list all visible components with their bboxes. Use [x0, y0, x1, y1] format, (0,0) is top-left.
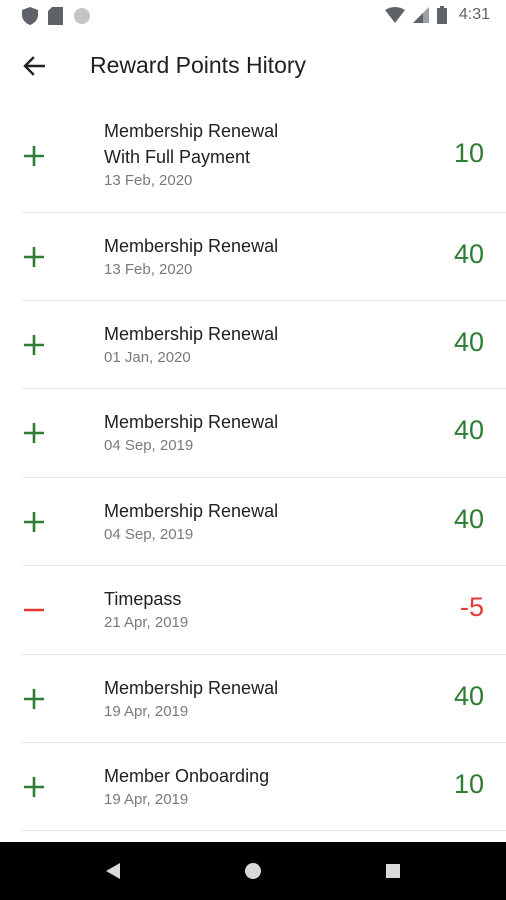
item-date: 01 Jan, 2020 — [104, 349, 191, 366]
item-points: 40 — [453, 415, 484, 445]
item-date: 13 Feb, 2020 — [104, 261, 193, 278]
shield-icon — [22, 7, 38, 25]
signal-icon — [412, 7, 429, 23]
navigation-bar — [0, 842, 506, 900]
page-title: Reward Points Hitory — [90, 52, 307, 78]
item-points: 40 — [453, 327, 484, 357]
plus-icon — [24, 335, 44, 355]
item-title: Membership Renewal — [104, 501, 279, 521]
list-item[interactable]: Membership Renewal 19 Apr, 2019 40 — [22, 655, 506, 743]
list-item[interactable]: Timepass 21 Apr, 2019 -5 — [22, 566, 506, 655]
list-item[interactable]: Member Onboarding 19 Apr, 2019 10 — [22, 743, 506, 831]
status-icons-right: 4:31 — [384, 6, 490, 24]
item-title: Timepass — [104, 589, 182, 609]
item-date: 04 Sep, 2019 — [104, 437, 194, 454]
list-item[interactable]: Membership Renewal 01 Jan, 2020 40 — [22, 301, 506, 389]
reward-history-list: Membership Renewal With Full Payment 13 … — [0, 100, 506, 831]
item-date: 13 Feb, 2020 — [104, 172, 193, 189]
minus-icon — [24, 608, 44, 612]
list-item[interactable]: Membership Renewal 13 Feb, 2020 40 — [22, 213, 506, 301]
list-item[interactable]: Membership Renewal 04 Sep, 2019 40 — [22, 389, 506, 478]
item-points: 10 — [453, 138, 484, 168]
status-icons-left — [22, 7, 91, 25]
status-time: 4:31 — [458, 6, 490, 23]
item-title: Membership Renewal — [104, 121, 279, 141]
item-title: Membership Renewal — [104, 678, 279, 698]
circle-icon — [74, 8, 90, 24]
list-item[interactable]: Membership Renewal With Full Payment 13 … — [22, 100, 506, 213]
item-title: Membership Renewal — [104, 412, 279, 432]
home-circle-icon — [245, 863, 261, 879]
plus-icon — [24, 777, 44, 797]
list-item[interactable]: Membership Renewal 04 Sep, 2019 40 — [22, 478, 506, 566]
app-bar: Reward Points Hitory — [0, 32, 506, 100]
item-date: 19 Apr, 2019 — [104, 791, 189, 808]
wifi-icon — [384, 7, 405, 23]
item-date: 19 Apr, 2019 — [104, 703, 189, 720]
nav-back-button[interactable] — [98, 856, 128, 886]
sd-card-icon — [48, 7, 63, 25]
item-title: Member Onboarding — [104, 766, 270, 786]
nav-home-button[interactable] — [238, 856, 268, 886]
item-title: Membership Renewal — [104, 324, 279, 344]
plus-icon — [24, 512, 44, 532]
item-points: 40 — [453, 681, 484, 711]
plus-icon — [24, 247, 44, 267]
item-date: 21 Apr, 2019 — [104, 614, 189, 631]
item-title: Membership Renewal — [104, 236, 279, 256]
recents-square-icon — [386, 864, 400, 878]
nav-recents-button[interactable] — [378, 856, 408, 886]
status-bar: 4:31 — [0, 0, 506, 32]
plus-icon — [24, 146, 44, 166]
item-points: 10 — [453, 769, 484, 799]
arrow-left-icon — [23, 56, 45, 76]
back-triangle-icon — [106, 863, 120, 879]
item-points: 40 — [453, 504, 484, 534]
item-points: 40 — [453, 239, 484, 269]
battery-icon — [436, 6, 447, 24]
back-button[interactable] — [14, 46, 54, 86]
plus-icon — [24, 423, 44, 443]
item-points: -5 — [459, 592, 484, 622]
item-date: 04 Sep, 2019 — [104, 526, 194, 543]
plus-icon — [24, 689, 44, 709]
item-title-line2: With Full Payment — [104, 147, 251, 167]
